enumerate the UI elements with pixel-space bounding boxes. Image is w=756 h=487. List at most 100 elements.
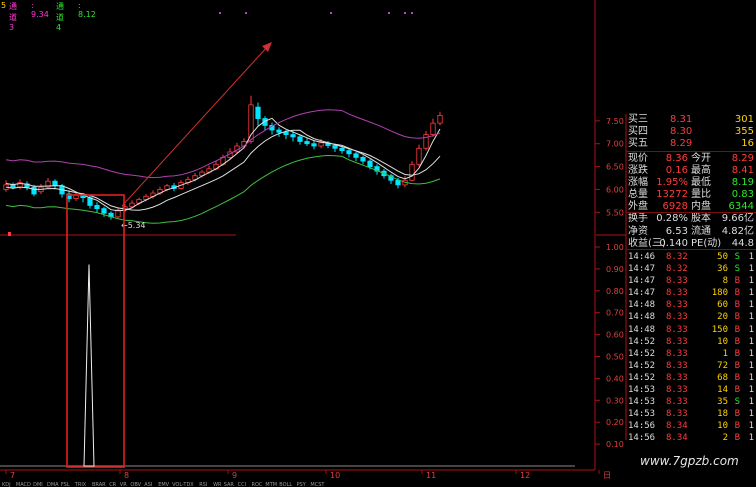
candle-body [52, 180, 58, 187]
quote-row: 净资 6.53 流通 4.82亿 [626, 226, 756, 238]
tick-count: 1 [748, 288, 754, 299]
tick-row[interactable]: 14:52 8.33 68 B 1 [626, 372, 756, 384]
tick-row[interactable]: 14:46 8.32 50 S 1 [626, 251, 756, 263]
tick-time: 14:56 [628, 433, 656, 444]
volume-tick-label: 0.10 [606, 440, 624, 449]
quote-ticks-separator [626, 249, 756, 250]
indicator-tab[interactable]: KDJ [2, 482, 11, 487]
quote-value-right: 8.41 [731, 165, 754, 177]
indicator-tab[interactable]: VOL-TDX [172, 482, 194, 487]
watermark: www.7gpzb.com [640, 454, 739, 468]
indicator-tab[interactable]: CCI [238, 482, 246, 487]
tick-time: 14:52 [628, 372, 656, 383]
quote-label-right: 今开 [691, 153, 711, 164]
indicator-tab[interactable]: VR [120, 482, 127, 487]
quote-row: 现价 8.36 今开 8.29 [626, 153, 756, 165]
indicator-tab[interactable]: MTM [265, 482, 277, 487]
indicator-tab[interactable]: TRIX [74, 482, 87, 487]
indicator-tab[interactable]: CR [109, 482, 116, 487]
book-level-label: 买五 [628, 138, 648, 150]
tick-count: 1 [748, 264, 754, 275]
book-price: 8.29 [670, 138, 693, 150]
tick-row[interactable]: 14:52 8.33 10 B 1 [626, 336, 756, 348]
tick-price: 8.33 [666, 312, 688, 323]
channel3-value: : 9.34 [31, 1, 49, 19]
tick-direction: S [734, 264, 740, 275]
tick-row[interactable]: 14:52 8.33 72 B 1 [626, 360, 756, 372]
tick-row[interactable]: 14:47 8.33 180 B 1 [626, 287, 756, 299]
indicator-tab[interactable]: BRAR [92, 482, 106, 487]
signal-marker [404, 12, 406, 14]
tick-row[interactable]: 14:53 8.33 35 S 1 [626, 396, 756, 408]
tick-row[interactable]: 14:56 8.34 10 B 1 [626, 420, 756, 432]
tick-row[interactable]: 14:47 8.32 36 S 1 [626, 263, 756, 275]
tick-direction: B [734, 348, 740, 359]
indicator-tab[interactable]: SAR [224, 482, 235, 487]
tick-row[interactable]: 14:48 8.33 150 B 1 [626, 324, 756, 336]
tick-time: 14:56 [628, 421, 656, 432]
tick-time: 14:48 [628, 324, 656, 335]
tick-count: 1 [748, 300, 754, 311]
tick-count: 1 [748, 252, 754, 262]
tick-volume: 1 [722, 348, 728, 359]
indicator-tab[interactable]: RSI [199, 482, 207, 487]
indicator-tab[interactable]: BOLL [279, 482, 292, 487]
indicator-tab[interactable]: DMI [33, 482, 43, 487]
quote-label-left: 总量 [628, 189, 648, 201]
tick-count: 1 [748, 409, 754, 420]
indicator-tabs: KDJ MACD DMI DMA FSL TRIX BRAR CR VR OBV ASI EMV VOL… [2, 482, 325, 487]
indicator-tab[interactable]: FSL [61, 482, 70, 487]
tick-volume: 20 [717, 312, 728, 323]
indicator-tab[interactable]: WR [213, 482, 222, 487]
tick-direction: B [734, 409, 740, 420]
volume-spike [83, 264, 95, 467]
tick-row[interactable]: 14:52 8.33 1 B 1 [626, 348, 756, 360]
candle-body [430, 122, 436, 135]
volume-tick-label: 0.30 [606, 396, 624, 405]
book-volume: 355 [734, 126, 754, 138]
book-level-label: 买四 [628, 126, 648, 138]
tick-time: 14:53 [628, 385, 656, 396]
price-tick-label: 7.50 [606, 117, 624, 126]
candle-body [346, 150, 352, 155]
tick-row[interactable]: 14:48 8.33 60 B 1 [626, 299, 756, 311]
tick-row[interactable]: 14:56 8.34 2 B 1 [626, 432, 756, 444]
tick-volume: 2 [722, 433, 728, 444]
indicator-tab[interactable]: MACD [16, 482, 31, 487]
tick-time: 14:52 [628, 360, 656, 371]
indicator-tab[interactable]: DMA [47, 482, 59, 487]
book-price: 8.31 [670, 114, 693, 125]
volume-tick-label: 1.00 [606, 243, 624, 252]
candle-body [416, 147, 422, 165]
candle-body [332, 145, 338, 149]
volume-tick-label: 0.70 [606, 309, 624, 318]
tick-price: 8.32 [666, 264, 688, 275]
candle-body [353, 153, 359, 158]
indicator-tab[interactable]: MCST [310, 482, 325, 487]
quote-value-left: 0.28% [656, 213, 688, 225]
quote-value-right: 44.8 [731, 237, 754, 249]
tick-row[interactable]: 14:53 8.33 18 B 1 [626, 408, 756, 420]
indicator-tab[interactable]: OBV [130, 482, 141, 487]
tick-row[interactable]: 14:48 8.33 20 B 1 [626, 311, 756, 323]
tick-price: 8.33 [666, 288, 688, 299]
candle-body [360, 157, 366, 162]
tick-volume: 8 [722, 276, 728, 287]
tick-time: 14:52 [628, 348, 656, 359]
tick-row[interactable]: 14:47 8.33 8 B 1 [626, 275, 756, 287]
indicator-tab[interactable]: PSY [297, 482, 307, 487]
tick-count: 1 [748, 336, 754, 347]
quote-value-right: 0.83 [731, 189, 754, 201]
tick-count: 1 [748, 397, 754, 408]
signal-marker [330, 12, 332, 14]
book-volume: 301 [734, 114, 754, 125]
indicator-tab[interactable]: EMV [158, 482, 169, 487]
tick-list[interactable]: 14:46 8.32 50 S 1 14:47 8.32 36 S 1 14:47 … [626, 251, 756, 445]
signal-marker [219, 12, 221, 14]
tick-count: 1 [748, 421, 754, 432]
header-prefix: 5 [1, 1, 7, 10]
tick-row[interactable]: 14:53 8.33 14 B 1 [626, 384, 756, 396]
indicator-tab[interactable]: ROC [252, 482, 263, 487]
candle-body [10, 184, 16, 188]
indicator-tab[interactable]: ASI [144, 482, 152, 487]
